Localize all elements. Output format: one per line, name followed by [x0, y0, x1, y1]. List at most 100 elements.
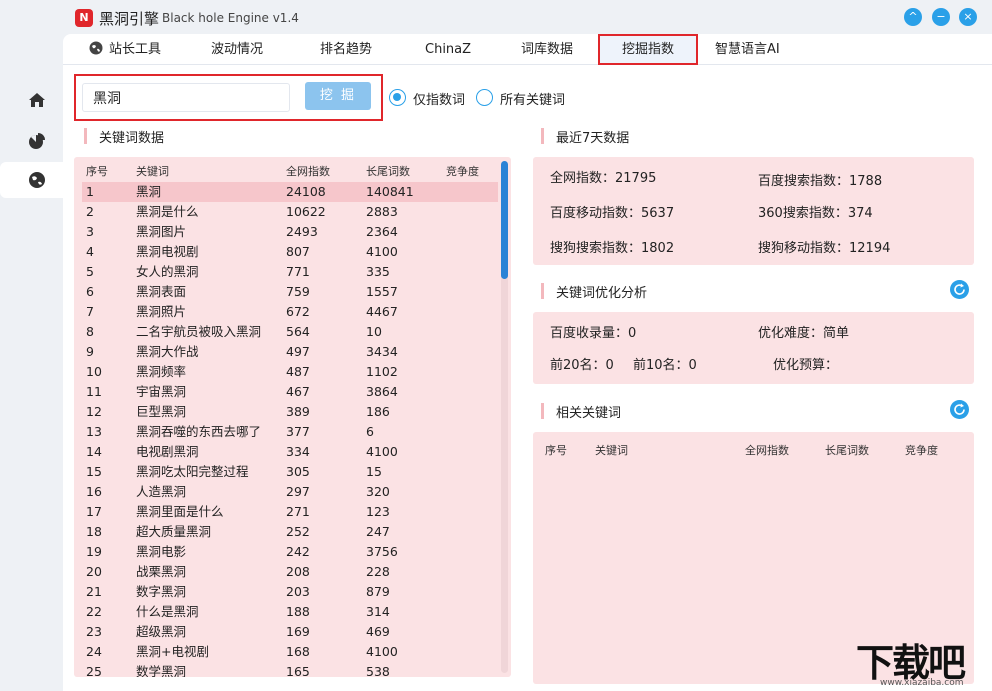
table-row[interactable]: 8 二名宇航员被吸入黑洞 564 10 [82, 322, 498, 342]
globe-icon [89, 41, 103, 55]
row-longtail-count: 538 [366, 664, 390, 677]
radio-checked-icon [389, 89, 406, 106]
row-index: 8 [86, 324, 94, 339]
minimize-button[interactable]: − [932, 8, 950, 26]
related-refresh-button[interactable] [950, 400, 969, 419]
row-longtail-count: 2883 [366, 204, 398, 219]
table-row[interactable]: 7 黑洞照片 672 4467 [82, 302, 498, 322]
table-row[interactable]: 16 人造黑洞 297 320 [82, 482, 498, 502]
row-longtail-count: 247 [366, 524, 390, 539]
tab-mining-index[interactable]: 挖掘指数 [598, 34, 699, 65]
table-row[interactable]: 2 黑洞是什么 10622 2883 [82, 202, 498, 222]
keyword-data-title: 关键词数据 [84, 127, 164, 146]
table-row[interactable]: 25 数学黑洞 165 538 [82, 662, 498, 677]
table-row[interactable]: 11 宇宙黑洞 467 3864 [82, 382, 498, 402]
table-row[interactable]: 13 黑洞吞噬的东西去哪了 377 6 [82, 422, 498, 442]
row-longtail-count: 10 [366, 324, 382, 339]
stat-total-index: 全网指数：21795 [550, 171, 657, 186]
home-icon [29, 93, 45, 107]
tab-fluctuation[interactable]: 波动情况 [211, 40, 263, 60]
app-logo-icon: N [75, 9, 93, 27]
table-row[interactable]: 18 超大质量黑洞 252 247 [82, 522, 498, 542]
row-index: 17 [86, 504, 102, 519]
row-keyword: 黑洞里面是什么 [136, 504, 224, 519]
table-row[interactable]: 17 黑洞里面是什么 271 123 [82, 502, 498, 522]
row-index: 20 [86, 564, 102, 579]
close-button[interactable]: × [959, 8, 977, 26]
table-row[interactable]: 22 什么是黑洞 188 314 [82, 602, 498, 622]
nav-chart[interactable] [0, 123, 63, 159]
row-keyword: 黑洞吞噬的东西去哪了 [136, 424, 262, 439]
table-row[interactable]: 15 黑洞吃太阳完整过程 305 15 [82, 462, 498, 482]
row-total-index: 297 [286, 484, 310, 499]
table-row[interactable]: 10 黑洞频率 487 1102 [82, 362, 498, 382]
related-keywords-title: 相关关键词 [541, 402, 621, 421]
main-content: 站长工具 波动情况 排名趋势 ChinaZ 词库数据 挖掘指数 智慧语言AI 挖… [63, 34, 992, 691]
table-row[interactable]: 1 黑洞 24108 140841 [82, 182, 498, 202]
row-total-index: 759 [286, 284, 310, 299]
related-col-total-index: 全网指数 [745, 444, 789, 457]
row-longtail-count: 314 [366, 604, 390, 619]
related-col-competition: 竞争度 [905, 444, 938, 457]
scrollbar-thumb[interactable] [501, 161, 508, 279]
search-area: 挖 掘 [74, 74, 383, 121]
tab-lexicon-data[interactable]: 词库数据 [521, 40, 573, 60]
row-longtail-count: 879 [366, 584, 390, 599]
row-longtail-count: 335 [366, 264, 390, 279]
tab-webmaster-tools[interactable]: 站长工具 [89, 40, 161, 60]
tab-ranking-trend[interactable]: 排名趋势 [320, 40, 372, 60]
row-total-index: 165 [286, 664, 310, 677]
row-total-index: 168 [286, 644, 310, 659]
refresh-icon [954, 403, 965, 415]
tab-smart-language-ai[interactable]: 智慧语言AI [715, 40, 780, 60]
table-row[interactable]: 6 黑洞表面 759 1557 [82, 282, 498, 302]
table-row[interactable]: 12 巨型黑洞 389 186 [82, 402, 498, 422]
table-scrollbar[interactable] [501, 161, 508, 673]
radio-unchecked-icon [476, 89, 493, 106]
stat-sogou-search-index: 搜狗搜索指数：1802 [550, 241, 675, 256]
table-row[interactable]: 3 黑洞图片 2493 2364 [82, 222, 498, 242]
row-longtail-count: 3756 [366, 544, 398, 559]
table-row[interactable]: 23 超级黑洞 169 469 [82, 622, 498, 642]
table-row[interactable]: 14 电视剧黑洞 334 4100 [82, 442, 498, 462]
table-row[interactable]: 24 黑洞+电视剧 168 4100 [82, 642, 498, 662]
row-total-index: 487 [286, 364, 310, 379]
row-longtail-count: 1557 [366, 284, 398, 299]
row-keyword: 黑洞图片 [136, 224, 187, 239]
row-index: 23 [86, 624, 102, 639]
table-row[interactable]: 21 数字黑洞 203 879 [82, 582, 498, 602]
row-longtail-count: 228 [366, 564, 390, 579]
row-total-index: 305 [286, 464, 310, 479]
mine-button[interactable]: 挖 掘 [305, 82, 371, 110]
row-longtail-count: 3434 [366, 344, 398, 359]
row-index: 15 [86, 464, 102, 479]
row-keyword: 二名宇航员被吸入黑洞 [136, 324, 262, 339]
row-total-index: 10622 [286, 204, 326, 219]
row-keyword: 黑洞吃太阳完整过程 [136, 464, 249, 479]
tab-chinaz[interactable]: ChinaZ [425, 40, 471, 60]
baidu-indexed-count: 百度收录量：0 [550, 326, 637, 341]
row-longtail-count: 3864 [366, 384, 398, 399]
collapse-button[interactable]: ^ [904, 8, 922, 26]
row-keyword: 数字黑洞 [136, 584, 187, 599]
table-row[interactable]: 19 黑洞电影 242 3756 [82, 542, 498, 562]
table-row[interactable]: 5 女人的黑洞 771 335 [82, 262, 498, 282]
row-longtail-count: 469 [366, 624, 390, 639]
keyword-input[interactable] [82, 83, 290, 112]
globe-icon [29, 172, 45, 188]
table-header: 序号 关键词 全网指数 长尾词数 竞争度 [86, 165, 479, 178]
row-longtail-count: 186 [366, 404, 390, 419]
optimize-refresh-button[interactable] [950, 280, 969, 299]
table-row[interactable]: 4 黑洞电视剧 807 4100 [82, 242, 498, 262]
row-index: 7 [86, 304, 94, 319]
tab-bar: 站长工具 波动情况 排名趋势 ChinaZ 词库数据 挖掘指数 智慧语言AI [63, 34, 992, 65]
table-row[interactable]: 9 黑洞大作战 497 3434 [82, 342, 498, 362]
row-index: 11 [86, 384, 102, 399]
row-keyword: 超大质量黑洞 [136, 524, 212, 539]
row-longtail-count: 1102 [366, 364, 398, 379]
nav-home[interactable] [0, 82, 63, 118]
row-total-index: 377 [286, 424, 310, 439]
nav-globe[interactable] [0, 162, 63, 198]
table-row[interactable]: 20 战栗黑洞 208 228 [82, 562, 498, 582]
row-total-index: 2493 [286, 224, 318, 239]
